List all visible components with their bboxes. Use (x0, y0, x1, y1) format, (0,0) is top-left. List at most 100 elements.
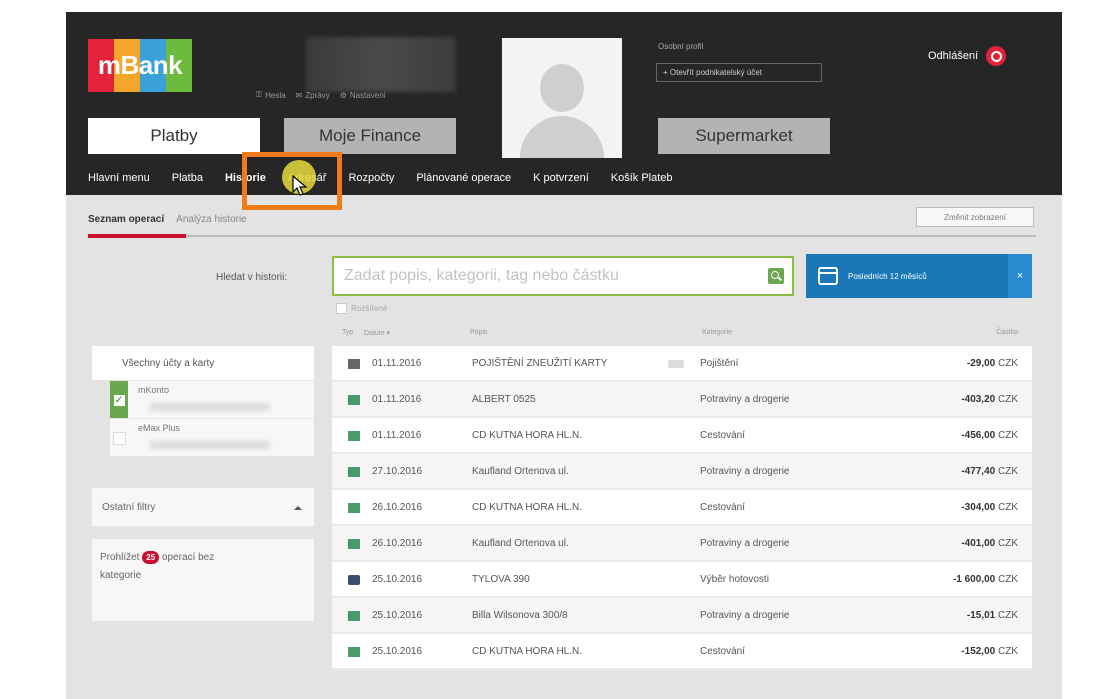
uncategorized-count-badge: 25 (142, 551, 160, 564)
subnav-kosik-plateb[interactable]: Košík Plateb (611, 172, 673, 184)
row-category[interactable]: Cestování (700, 502, 745, 513)
uncategorized-link[interactable]: Prohlížet 25 operací bez kategorie (92, 539, 314, 621)
row-category[interactable]: Výběr hotovosti (700, 574, 769, 585)
table-row[interactable]: 26.10.2016 CD KUTNA HORA HL.N. Cestování… (332, 490, 1032, 526)
tab-moje-finance[interactable]: Moje Finance (284, 118, 456, 154)
subnav-k-potvrzeni[interactable]: K potvrzení (533, 172, 589, 184)
row-amount: -401,00 CZK (961, 538, 1018, 549)
extended-search[interactable]: Rozšířené (336, 303, 387, 314)
tab-platby[interactable]: Platby (88, 118, 260, 154)
tab-supermarket[interactable]: Supermarket (658, 118, 830, 154)
account-name: eMax Plus (138, 423, 181, 433)
account-item[interactable]: eMax Plus (110, 418, 314, 456)
row-date: 26.10.2016 (372, 502, 423, 513)
mouse-cursor-icon (292, 175, 308, 196)
active-subtab-indicator (88, 234, 186, 238)
note-icon[interactable] (668, 360, 684, 368)
col-payee[interactable]: Popis (470, 329, 488, 336)
header: mBank ⚿ Hesla ✉ Zprávy ⚙ Nastavení Osobní p… (66, 12, 1062, 195)
row-payee: Kaufland Ortenova ul. (472, 538, 569, 549)
row-date: 01.11.2016 (372, 430, 422, 441)
account-item[interactable]: mKonto (110, 380, 314, 419)
row-amount: -15,01 CZK (966, 610, 1018, 621)
table-row[interactable]: 25.10.2016 TYLOVA 390 Výběr hotovosti -1… (332, 562, 1032, 598)
period-selector[interactable]: Posledních 12 měsíců × (806, 254, 1032, 298)
transactions-table: 01.11.2016 POJIŠTĚNÍ ZNEUŽITÍ KARTY Poji… (332, 346, 1032, 670)
account-number-blurred (150, 403, 270, 411)
power-icon (986, 46, 1007, 66)
row-category[interactable]: Cestování (700, 430, 745, 441)
table-row[interactable]: 01.11.2016 CD KUTNA HORA HL.N. Cestování… (332, 418, 1032, 454)
user-link-settings[interactable]: ⚙ Nastavení (340, 90, 386, 100)
logout-label: Odhlášení (928, 50, 979, 62)
logo-text: mBank (97, 50, 183, 80)
col-category[interactable]: Kategorie (702, 329, 732, 336)
subnav-planovane-operace[interactable]: Plánované operace (416, 172, 511, 184)
row-amount: -304,00 CZK (961, 502, 1018, 513)
checkbox-unchecked-icon[interactable] (110, 419, 128, 457)
change-view-button[interactable]: Změnit zobrazení (916, 207, 1034, 227)
logout-button[interactable]: Odhlášení (928, 46, 1007, 66)
all-accounts-filter[interactable]: Všechny účty a karty (92, 346, 314, 380)
checkbox-checked-icon[interactable] (110, 381, 128, 419)
col-amount[interactable]: Částka (996, 329, 1018, 336)
subnav-rozpocty[interactable]: Rozpočty (348, 172, 394, 184)
row-payee: Kaufland Ortenova ul. (472, 466, 569, 477)
row-amount: -456,00 CZK (961, 430, 1018, 441)
open-business-account-button[interactable]: + Otevřít podnikatelský účet (656, 63, 822, 82)
table-row[interactable]: 27.10.2016 Kaufland Ortenova ul. Potravi… (332, 454, 1032, 490)
calendar-icon (818, 267, 838, 285)
extended-label: Rozšířené (351, 304, 388, 313)
profile-label: Osobní profil (658, 42, 704, 51)
user-links: ⚿ Hesla ✉ Zprávy ⚙ Nastavení (256, 90, 386, 100)
tab-analyza-historie[interactable]: Analýza historie (176, 214, 247, 225)
table-row[interactable]: 01.11.2016 POJIŠTĚNÍ ZNEUŽITÍ KARTY Poji… (332, 346, 1032, 382)
row-amount: -403,20 CZK (961, 394, 1018, 405)
row-date: 25.10.2016 (372, 646, 423, 657)
row-amount: -477,40 CZK (961, 466, 1018, 477)
table-row[interactable]: 26.10.2016 Kaufland Ortenova ul. Potravi… (332, 526, 1032, 562)
avatar-head (540, 64, 584, 112)
row-category[interactable]: Pojištění (700, 358, 738, 369)
mbank-app: mBank ⚿ Hesla ✉ Zprávy ⚙ Nastavení Osobní p… (66, 12, 1062, 699)
subnav-platba[interactable]: Platba (172, 172, 203, 184)
search-icon[interactable] (768, 268, 784, 284)
table-header: Typ Datum ▾ Popis Kategorie Částka (332, 329, 1032, 343)
row-payee: CD KUTNA HORA HL.N. (472, 430, 583, 441)
table-row[interactable]: 01.11.2016 ALBERT 0525 Potraviny a droge… (332, 382, 1032, 418)
user-link-passwords[interactable]: ⚿ Hesla (256, 90, 286, 100)
tab-seznam-operaci[interactable]: Seznam operací (88, 214, 164, 225)
row-date: 01.11.2016 (372, 358, 422, 369)
table-row[interactable]: 25.10.2016 CD KUTNA HORA HL.N. Cestování… (332, 634, 1032, 670)
extended-checkbox[interactable] (336, 303, 347, 314)
user-link-messages[interactable]: ✉ Zprávy (296, 90, 330, 100)
row-payee: POJIŠTĚNÍ ZNEUŽITÍ KARTY (472, 358, 608, 369)
row-category[interactable]: Potraviny a drogerie (700, 610, 790, 621)
row-date: 01.11.2016 (372, 394, 422, 405)
row-category[interactable]: Potraviny a drogerie (700, 466, 790, 477)
col-type[interactable]: Typ (342, 329, 353, 336)
transfer-icon (348, 611, 360, 621)
history-subtabs: Seznam operací Analýza historie (88, 214, 247, 225)
row-amount: -29,00 CZK (966, 358, 1018, 369)
transfer-icon (348, 539, 360, 549)
card-payment-icon (348, 431, 360, 441)
row-payee: TYLOVA 390 (472, 574, 530, 585)
card-icon (348, 359, 360, 369)
accounts-filter: Všechny účty a karty mKonto eMax Plus (92, 346, 314, 456)
atm-icon (348, 575, 360, 585)
row-category[interactable]: Potraviny a drogerie (700, 394, 790, 405)
card-payment-icon (348, 395, 360, 405)
other-filters-label: Ostatní filtry (102, 501, 156, 513)
row-category[interactable]: Cestování (700, 646, 745, 657)
avatar[interactable] (502, 38, 622, 158)
close-icon[interactable]: × (1008, 254, 1032, 298)
col-date[interactable]: Datum ▾ (364, 329, 390, 337)
subnav-hlavni-menu[interactable]: Hlavní menu (88, 172, 150, 184)
row-category[interactable]: Potraviny a drogerie (700, 538, 790, 549)
search-input[interactable] (344, 267, 754, 285)
mbank-logo[interactable]: mBank (88, 39, 192, 92)
other-filters-toggle[interactable]: Ostatní filtry (92, 488, 314, 526)
transfer-icon (348, 467, 360, 477)
table-row[interactable]: 25.10.2016 Billa Wilsonova 300/8 Potravi… (332, 598, 1032, 634)
